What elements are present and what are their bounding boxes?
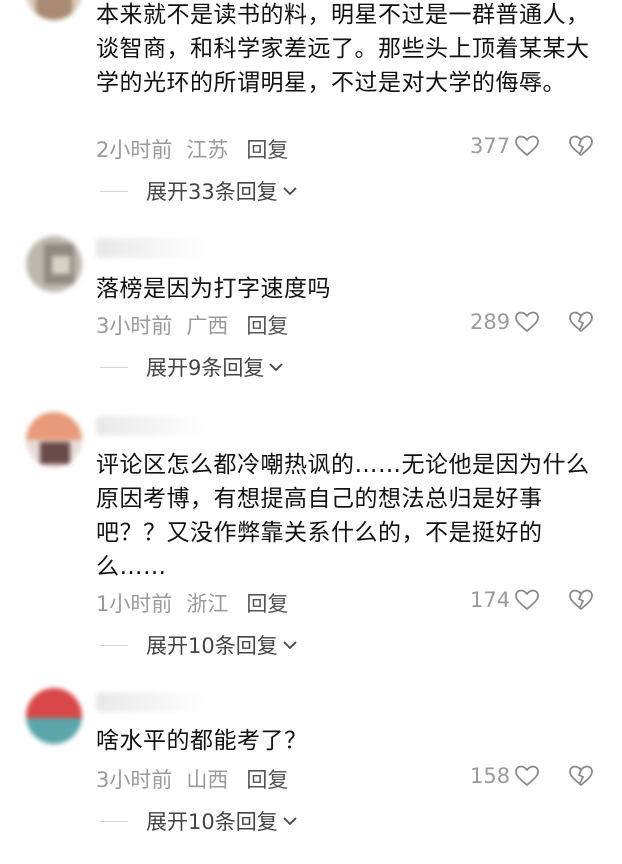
reply-button[interactable]: 回复 xyxy=(246,764,288,794)
like-button[interactable]: 158 xyxy=(470,764,540,788)
comment-text: 评论区怎么都冷嘲热讽的……无论他是因为什么原因考博，有想提高自己的想法总归是好事… xyxy=(96,452,590,580)
expand-replies-button[interactable]: 展开9条回复 xyxy=(100,352,285,382)
avatar[interactable] xyxy=(26,688,82,744)
avatar[interactable] xyxy=(26,0,82,20)
broken-heart-icon[interactable] xyxy=(568,310,594,334)
comment-meta: 1小时前 浙江 回复 xyxy=(96,588,288,618)
comment-location: 江苏 xyxy=(186,138,229,162)
comment-text: 本来就不是读书的料，明星不过是一群普通人，谈智商，和科学家差远了。那些头上顶着某… xyxy=(96,2,590,96)
comment-time: 1小时前 xyxy=(96,592,173,616)
divider xyxy=(100,366,128,368)
heart-outline-icon xyxy=(515,765,539,787)
heart-outline-icon xyxy=(515,589,539,611)
expand-replies-button[interactable]: 展开33条回复 xyxy=(100,176,299,206)
chevron-down-icon xyxy=(269,363,284,372)
comment-meta: 3小时前 山西 回复 xyxy=(96,764,288,794)
username[interactable] xyxy=(96,416,206,436)
like-count: 158 xyxy=(470,764,511,788)
chevron-down-icon xyxy=(283,641,297,650)
expand-replies-label: 展开33条回复 xyxy=(146,180,278,204)
comment-meta: 2小时前 江苏 回复 xyxy=(96,134,288,164)
comment-time: 3小时前 xyxy=(96,768,173,792)
reply-button[interactable]: 回复 xyxy=(246,310,288,340)
reply-button[interactable]: 回复 xyxy=(246,588,288,618)
like-button[interactable]: 289 xyxy=(470,310,540,334)
like-button[interactable]: 174 xyxy=(470,588,540,612)
comment-meta: 3小时前 广西 回复 xyxy=(96,310,288,340)
broken-heart-icon[interactable] xyxy=(568,588,594,612)
broken-heart-icon[interactable] xyxy=(568,134,594,158)
username[interactable] xyxy=(96,692,206,712)
like-count: 174 xyxy=(470,588,511,612)
expand-replies-label: 展开10条回复 xyxy=(146,810,278,834)
comment-location: 广西 xyxy=(186,314,229,338)
broken-heart-icon[interactable] xyxy=(568,764,594,788)
heart-outline-icon xyxy=(515,311,539,333)
divider xyxy=(100,644,128,646)
expand-replies-button[interactable]: 展开10条回复 xyxy=(100,806,299,836)
avatar[interactable] xyxy=(26,412,82,468)
avatar[interactable] xyxy=(26,236,82,292)
like-button[interactable]: 377 xyxy=(470,134,540,158)
reply-button[interactable]: 回复 xyxy=(246,134,288,164)
username[interactable] xyxy=(96,238,206,258)
like-count: 289 xyxy=(470,310,511,334)
divider xyxy=(100,820,128,822)
comment-location: 山西 xyxy=(186,768,229,792)
chevron-down-icon xyxy=(283,817,297,826)
expand-replies-button[interactable]: 展开10条回复 xyxy=(100,630,299,660)
comment-time: 2小时前 xyxy=(96,138,173,162)
comment-text: 啥水平的都能考了？ xyxy=(96,728,308,754)
comment-location: 浙江 xyxy=(186,592,229,616)
comment-text: 落榜是因为打字速度吗 xyxy=(96,276,331,302)
expand-replies-label: 展开10条回复 xyxy=(146,634,278,658)
like-count: 377 xyxy=(470,134,511,158)
expand-replies-label: 展开9条回复 xyxy=(146,356,265,380)
divider xyxy=(100,190,128,192)
heart-outline-icon xyxy=(515,135,539,157)
comment-time: 3小时前 xyxy=(96,314,173,338)
chevron-down-icon xyxy=(283,187,297,196)
